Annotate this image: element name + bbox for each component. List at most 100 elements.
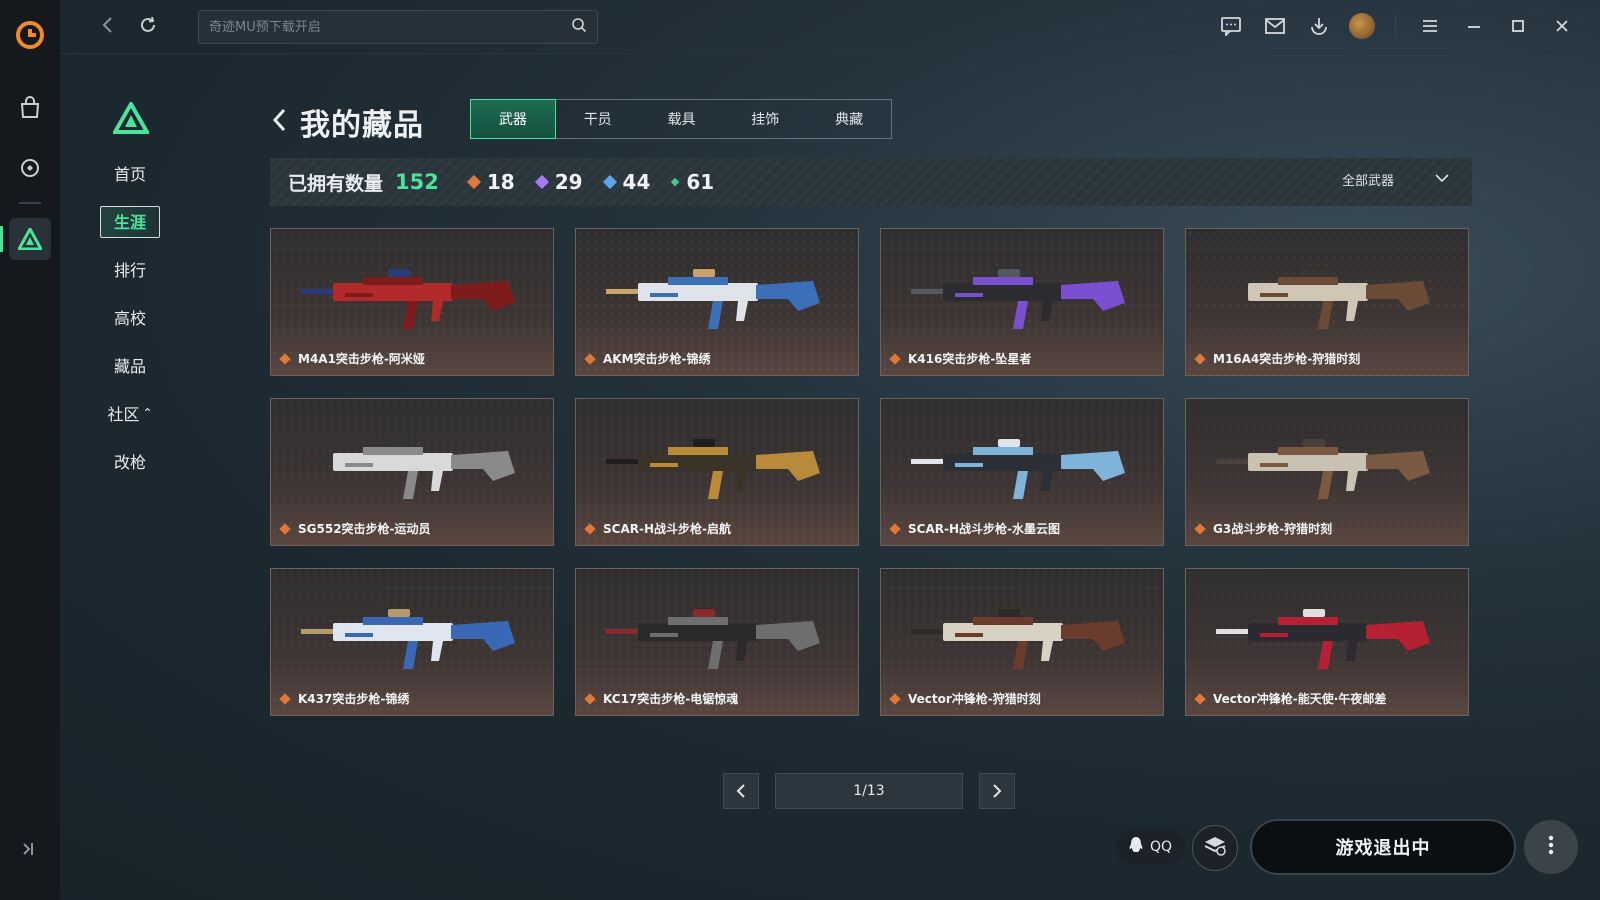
- weapon-name-label: K437突击步枪-锦绣: [298, 692, 410, 706]
- category-tabs: 武器 干员 载具 挂饰 典藏: [470, 99, 892, 139]
- mail-icon[interactable]: [1261, 12, 1289, 40]
- weapon-name: K416突击步枪-坠星者: [889, 350, 1032, 367]
- nav-item-career[interactable]: 生涯: [100, 206, 160, 238]
- active-indicator: [0, 226, 3, 252]
- weapon-image: [606, 439, 820, 499]
- weapon-card[interactable]: M4A1突击步枪-阿米娅: [270, 228, 554, 376]
- tab-charms[interactable]: 挂饰: [723, 100, 807, 138]
- weapon-card[interactable]: K416突击步枪-坠星者: [880, 228, 1164, 376]
- rarity-orange-icon: [584, 352, 596, 365]
- nav-item-home[interactable]: 首页: [100, 158, 160, 188]
- rarity-orange-icon: [1194, 692, 1206, 705]
- minimize-icon[interactable]: [1460, 12, 1488, 40]
- rarity-green-icon: [671, 177, 680, 187]
- stat-green-value: 61: [686, 170, 715, 194]
- weapon-name: Vector冲锋枪-狩猎时刻: [889, 690, 1041, 707]
- stat-blue: 44: [602, 170, 650, 194]
- weapon-filter-dropdown[interactable]: 全部武器: [1342, 170, 1450, 189]
- rarity-blue-icon: [602, 174, 617, 190]
- user-avatar[interactable]: [1349, 13, 1375, 39]
- tab-vehicles[interactable]: 载具: [640, 100, 724, 138]
- weapon-name: SCAR-H战斗步枪-水墨云图: [889, 520, 1060, 537]
- stat-purple: 29: [534, 170, 583, 194]
- item-grid: M4A1突击步枪-阿米娅 AKM突击步枪-锦绣 K416突击步枪-坠星者 M16A4突…: [270, 228, 1469, 716]
- weapon-name: AKM突击步枪-锦绣: [584, 350, 711, 367]
- back-icon[interactable]: [270, 107, 288, 137]
- nav-item-label: 社区: [107, 405, 140, 424]
- search-input[interactable]: [209, 19, 571, 35]
- game-delta-force-icon[interactable]: [0, 218, 51, 260]
- next-page-button[interactable]: [979, 773, 1015, 809]
- weapon-card[interactable]: AKM突击步枪-锦绣: [575, 228, 859, 376]
- weapon-name: SCAR-H战斗步枪-启航: [584, 520, 731, 537]
- stat-green: 61: [671, 170, 715, 194]
- weapon-card[interactable]: SCAR-H战斗步枪-水墨云图: [880, 398, 1164, 546]
- app-logo-icon[interactable]: [15, 20, 45, 50]
- rarity-orange-icon: [466, 174, 481, 190]
- weapon-card[interactable]: G3战斗步枪-狩猎时刻: [1185, 398, 1469, 546]
- weapon-card[interactable]: SG552突击步枪-运动员: [270, 398, 554, 546]
- rarity-orange-icon: [279, 522, 291, 535]
- nav-item-college[interactable]: 高校: [100, 302, 160, 332]
- weapon-card[interactable]: Vector冲锋枪-能天使·午夜邮差: [1185, 568, 1469, 716]
- weapon-image: [606, 269, 820, 329]
- tab-collectibles[interactable]: 典藏: [807, 100, 891, 138]
- more-vertical-icon: [1548, 835, 1554, 859]
- nav-item-gunsmith[interactable]: 改枪: [100, 446, 160, 476]
- qq-label: QQ: [1149, 839, 1173, 855]
- refresh-icon[interactable]: [138, 15, 158, 39]
- qq-button[interactable]: QQ: [1115, 830, 1185, 864]
- collapse-sidebar-icon[interactable]: [20, 840, 38, 862]
- weapon-name-label: G3战斗步枪-狩猎时刻: [1213, 522, 1333, 536]
- download-icon[interactable]: [1305, 12, 1333, 40]
- weapon-image: [911, 609, 1125, 669]
- weapon-image: [911, 269, 1125, 329]
- layers-icon: [1203, 835, 1227, 861]
- server-select-button[interactable]: [1192, 825, 1238, 871]
- top-bar: [60, 0, 1600, 54]
- store-icon[interactable]: [10, 88, 50, 128]
- nav-item-ranking[interactable]: 排行: [100, 254, 160, 284]
- app-rail: [0, 0, 60, 900]
- rarity-orange-icon: [889, 692, 901, 705]
- tab-weapons[interactable]: 武器: [470, 99, 556, 139]
- qq-icon: [1128, 836, 1144, 858]
- rail-divider: [19, 202, 41, 204]
- weapon-name: SG552突击步枪-运动员: [279, 520, 431, 537]
- menu-icon[interactable]: [1416, 12, 1444, 40]
- weapon-image: [1216, 269, 1430, 329]
- rarity-orange-icon: [889, 352, 901, 365]
- page-title: 我的藏品: [300, 108, 424, 143]
- chat-icon[interactable]: [1217, 12, 1245, 40]
- pagination: 1/13: [723, 773, 1015, 809]
- weapon-card[interactable]: Vector冲锋枪-狩猎时刻: [880, 568, 1164, 716]
- rarity-orange-icon: [279, 692, 291, 705]
- weapon-name: G3战斗步枪-狩猎时刻: [1194, 520, 1333, 537]
- nav-item-collection[interactable]: 藏品: [100, 350, 160, 380]
- nav-item-label: 改枪: [113, 453, 146, 472]
- search-icon[interactable]: [571, 17, 587, 37]
- nav-item-label: 高校: [113, 309, 146, 328]
- prev-page-button[interactable]: [723, 773, 759, 809]
- stat-orange-value: 18: [486, 170, 515, 194]
- weapon-name: M4A1突击步枪-阿米娅: [279, 350, 425, 367]
- weapon-card[interactable]: K437突击步枪-锦绣: [270, 568, 554, 716]
- weapon-card[interactable]: KC17突击步枪-电锯惊魂: [575, 568, 859, 716]
- top-right-icons: [1217, 12, 1576, 40]
- nav-item-community[interactable]: 社区 ⌃: [100, 398, 160, 428]
- weapon-card[interactable]: M16A4突击步枪-狩猎时刻: [1185, 228, 1469, 376]
- owned-count: 152: [395, 170, 439, 194]
- weapon-name-label: M4A1突击步枪-阿米娅: [298, 352, 425, 366]
- discover-icon[interactable]: [10, 148, 50, 188]
- weapon-name-label: KC17突击步枪-电锯惊魂: [603, 692, 739, 706]
- more-options-button[interactable]: [1524, 820, 1578, 874]
- game-status-button[interactable]: 游戏退出中: [1250, 819, 1516, 875]
- owned-label: 已拥有数量: [288, 172, 384, 195]
- stats-bar: 已拥有数量 152 18 29 44 61 全部武器: [270, 158, 1472, 206]
- tab-operators[interactable]: 干员: [556, 100, 640, 138]
- maximize-icon[interactable]: [1504, 12, 1532, 40]
- close-icon[interactable]: [1548, 12, 1576, 40]
- weapon-card[interactable]: SCAR-H战斗步枪-启航: [575, 398, 859, 546]
- nav-back-icon[interactable]: [98, 15, 118, 39]
- weapon-name-label: K416突击步枪-坠星者: [908, 352, 1032, 366]
